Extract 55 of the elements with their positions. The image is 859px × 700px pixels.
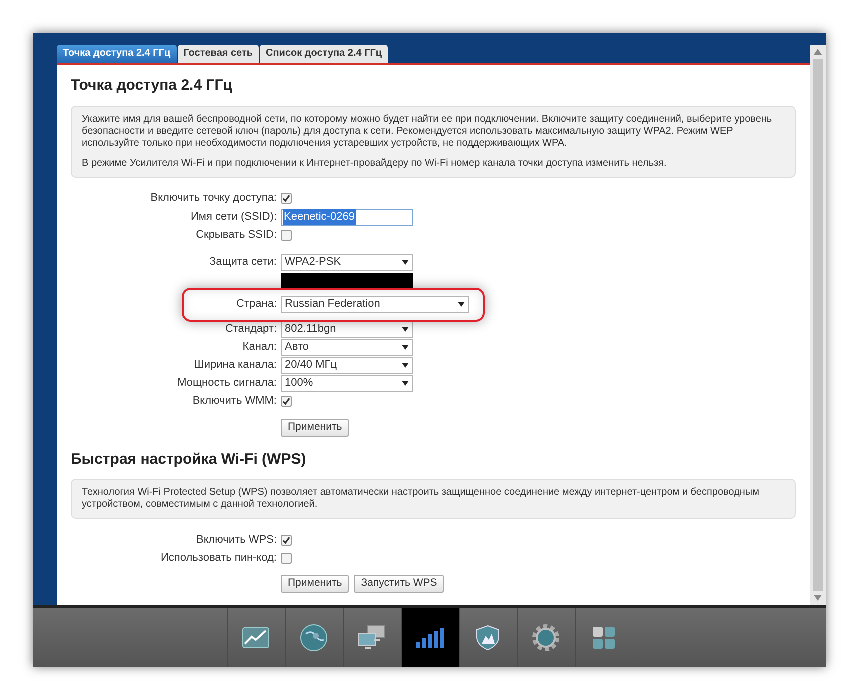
apply-button[interactable]: Запустить WPS (354, 575, 444, 593)
tab[interactable]: Гостевая сеть (178, 45, 260, 62)
field-label: Канал: (242, 340, 278, 356)
chart-icon (242, 626, 270, 648)
dropdown[interactable]: WPA2-PSK (281, 254, 413, 271)
field-label: Страна: (236, 297, 278, 312)
shield-icon (476, 624, 500, 650)
checkbox[interactable] (281, 396, 292, 407)
signal-bars-icon (415, 626, 445, 648)
caret-icon (402, 260, 409, 265)
apply-button[interactable]: Применить (281, 575, 350, 593)
monitors-icon (357, 624, 387, 650)
field-label: Включить WMM: (192, 394, 278, 410)
section-title: Точка доступа 2.4 ГГц (71, 76, 234, 96)
globe-icon (300, 624, 328, 652)
field-label: Включить WPS: (195, 532, 278, 548)
scroll-up-icon (814, 49, 822, 55)
settings-icon (532, 624, 560, 652)
tiles-icon (592, 626, 616, 650)
section-title: Быстрая настройка Wi-Fi (WPS) (71, 450, 308, 470)
field-label: Ширина канала: (193, 358, 278, 374)
scrollbar[interactable] (810, 45, 826, 605)
field-label: Стандарт: (224, 322, 278, 338)
dropdown[interactable]: Авто (281, 339, 413, 356)
caret-icon (402, 363, 409, 368)
caret-icon (402, 345, 409, 350)
checkbox[interactable] (281, 552, 292, 564)
dropdown[interactable]: 20/40 МГц (281, 357, 413, 374)
ssid-value: Keenetic-0269 (283, 208, 356, 226)
apply-button[interactable]: Применить (281, 418, 350, 436)
tab[interactable]: Список доступа 2.4 ГГц (260, 45, 388, 62)
dropdown[interactable]: 100% (281, 375, 413, 392)
checkbox[interactable] (281, 230, 292, 241)
caret-icon (402, 327, 409, 332)
field-label: Имя сети (SSID): (190, 210, 278, 225)
field-label: Включить точку доступа: (150, 191, 278, 206)
dock-item[interactable] (400, 608, 458, 667)
tab[interactable]: Точка доступа 2.4 ГГц (57, 45, 177, 62)
caret-icon (458, 302, 465, 307)
scroll-thumb[interactable] (813, 59, 823, 591)
caret-icon (402, 381, 409, 386)
field-label: Скрывать SSID: (195, 228, 278, 244)
checkbox[interactable] (281, 534, 292, 546)
info-text: В режиме Усилителя Wi-Fi и при подключении к Интернет-провайдеру по Wi-Fi номер канала точки доступа изменить нельзя. (82, 158, 668, 170)
field-label: Использовать пин-код: (160, 550, 278, 566)
checkbox[interactable] (281, 193, 292, 204)
field-label: Защита сети: (208, 255, 278, 270)
dropdown[interactable]: 802.11bgn (281, 321, 413, 338)
dropdown[interactable]: Russian Federation (281, 296, 469, 313)
info-text: Технология Wi-Fi Protected Setup (WPS) позволяет автоматически настроить защищенное соединение между интернет-центром и беспроводным устройством, совместимым с данной технологией. (82, 487, 760, 511)
hidden-key-field[interactable] (281, 272, 413, 290)
field-label: Мощность сигнала: (176, 376, 278, 392)
scroll-down-icon (814, 595, 822, 601)
ssid-field[interactable]: Keenetic-0269 (281, 208, 413, 226)
info-text: Укажите имя для вашей беспроводной сети, по которому можно будет найти ее при подключении. Включите защиту соединений, выберите уровень безопасности и введите сетевой ключ (пароль) для доступа к сети. Рекомендуется использовать максимальную защиту WPA2. Режим WEP используйте только при необходимости подключения устаревших устройств, не поддерживающих WPA. (82, 114, 774, 150)
